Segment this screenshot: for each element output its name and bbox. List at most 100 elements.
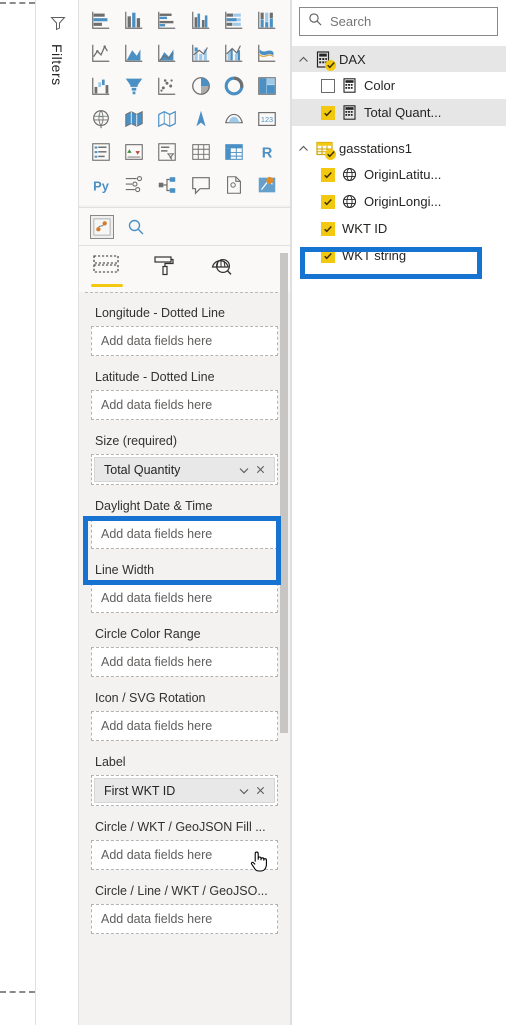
field-well-dropzone[interactable]: Add data fields here — [91, 711, 278, 741]
field-checkbox[interactable] — [321, 248, 335, 263]
power-bi-panes: Filters 123 R Py Longitude - Dotted Line… — [0, 0, 506, 1025]
decomposition-tree-icon[interactable] — [151, 169, 183, 200]
azure-map-icon[interactable] — [218, 103, 250, 134]
field-well: Icon / SVG Rotation Add data fields here — [91, 683, 278, 741]
q-and-a-icon[interactable] — [185, 169, 217, 200]
field-well-dropzone[interactable]: Add data fields here — [91, 840, 278, 870]
report-canvas-edge — [0, 0, 35, 1025]
card-icon[interactable]: 123 — [251, 103, 283, 134]
format-tab[interactable] — [152, 246, 176, 283]
fields-field-row[interactable]: Total Quant... — [292, 99, 506, 126]
field-chip-label: First WKT ID — [104, 783, 176, 798]
field-well-title: Longitude - Dotted Line — [95, 306, 225, 320]
search-input[interactable] — [330, 14, 497, 29]
power-apps-icon[interactable] — [251, 169, 283, 200]
fields-search-box[interactable] — [299, 7, 498, 36]
close-icon[interactable] — [252, 783, 268, 799]
line-chart-icon[interactable] — [85, 37, 117, 68]
field-well: Latitude - Dotted Line Add data fields he… — [91, 362, 278, 420]
table-icon[interactable] — [185, 136, 217, 167]
chevron-down-icon[interactable] — [236, 462, 252, 478]
globe-icon — [342, 194, 357, 209]
field-well-dropzone[interactable]: Add data fields here — [91, 390, 278, 420]
visual-type-gallery: 123 R Py — [79, 0, 290, 229]
chevron-up-icon[interactable] — [297, 142, 310, 155]
kpi-icon[interactable] — [118, 136, 150, 167]
field-well: Line Width Add data fields here — [91, 555, 278, 613]
field-chip[interactable]: First WKT ID — [94, 778, 275, 803]
field-well-dropzone[interactable]: Add data fields here — [91, 326, 278, 356]
100-percent-stacked-column-chart-icon[interactable] — [251, 4, 283, 35]
field-well-dropzone[interactable]: Add data fields here — [91, 583, 278, 613]
visual-selection-border-bottom — [0, 991, 35, 993]
fields-field-row[interactable]: OriginLongi... — [292, 188, 506, 215]
wells-top-divider — [85, 292, 278, 293]
field-well-dropzone[interactable]: Add data fields here — [91, 519, 278, 549]
field-checkbox[interactable] — [321, 167, 335, 182]
table-checked-badge — [325, 59, 336, 71]
scatter-chart-icon[interactable] — [151, 70, 183, 101]
chevron-up-icon[interactable] — [297, 53, 310, 66]
field-well: Size (required) Total Quantity — [91, 426, 278, 485]
treemap-icon[interactable] — [251, 70, 283, 101]
clustered-bar-chart-icon[interactable] — [151, 4, 183, 35]
field-well-dropzone[interactable]: First WKT ID — [91, 775, 278, 806]
field-wells-container: Longitude - Dotted Line Add data fields h… — [79, 292, 290, 1025]
field-well: Longitude - Dotted Line Add data fields h… — [91, 298, 278, 356]
filters-pane[interactable]: Filters — [35, 0, 79, 1025]
analytics-tab[interactable] — [209, 246, 233, 283]
measure-icon — [342, 105, 357, 120]
shape-map-icon[interactable] — [151, 103, 183, 134]
field-checkbox[interactable] — [321, 78, 335, 93]
svg-text:123: 123 — [261, 115, 273, 124]
field-checkbox[interactable] — [321, 221, 335, 236]
funnel-chart-icon[interactable] — [118, 70, 150, 101]
ribbon-chart-icon[interactable] — [251, 37, 283, 68]
area-chart-icon[interactable] — [118, 37, 150, 68]
line-and-clustered-column-chart-icon[interactable] — [218, 37, 250, 68]
fields-field-row[interactable]: WKT ID — [292, 215, 506, 242]
pie-chart-icon[interactable] — [185, 70, 217, 101]
arcgis-map-icon[interactable] — [185, 103, 217, 134]
close-icon[interactable] — [252, 462, 268, 478]
100-percent-stacked-bar-chart-icon[interactable] — [218, 4, 250, 35]
filled-map-icon[interactable] — [118, 103, 150, 134]
field-well: Daylight Date & Time Add data fields here — [91, 491, 278, 549]
build-tab[interactable] — [91, 246, 123, 287]
search-icon[interactable] — [127, 218, 145, 236]
multi-row-card-icon[interactable] — [85, 136, 117, 167]
field-chip[interactable]: Total Quantity — [94, 457, 275, 482]
icon-map-custom-visual[interactable] — [90, 214, 114, 239]
fields-table-row[interactable]: gasstations1 — [292, 135, 506, 161]
line-and-stacked-column-chart-icon[interactable] — [185, 37, 217, 68]
donut-chart-icon[interactable] — [218, 70, 250, 101]
stacked-area-chart-icon[interactable] — [151, 37, 183, 68]
fields-field-row[interactable]: Color — [292, 72, 506, 99]
fields-table-row[interactable]: DAX — [292, 46, 506, 72]
r-script-visual-icon[interactable]: R — [251, 136, 283, 167]
field-well: Circle / Line / WKT / GeoJSO... Add data … — [91, 876, 278, 934]
field-well-dropzone[interactable]: Add data fields here — [91, 904, 278, 934]
field-well-dropzone[interactable]: Total Quantity — [91, 454, 278, 485]
field-checkbox[interactable] — [321, 105, 335, 120]
key-influencers-icon[interactable] — [118, 169, 150, 200]
filters-pane-label-wrap: Filters — [49, 44, 65, 134]
field-wells-scrollbar[interactable] — [280, 253, 288, 733]
fields-tree: DAX Color Total Quant... gasstations1 Origin… — [292, 46, 506, 269]
field-well: Circle / WKT / GeoJSON Fill ... Add data … — [91, 812, 278, 870]
python-visual-icon[interactable]: Py — [85, 169, 117, 200]
tree-group-spacer — [292, 126, 506, 135]
stacked-column-chart-icon[interactable] — [118, 4, 150, 35]
slicer-icon[interactable] — [151, 136, 183, 167]
stacked-bar-chart-icon[interactable] — [85, 4, 117, 35]
matrix-icon[interactable] — [218, 136, 250, 167]
fields-field-row[interactable]: WKT string — [292, 242, 506, 269]
field-checkbox[interactable] — [321, 194, 335, 209]
field-well-dropzone[interactable]: Add data fields here — [91, 647, 278, 677]
chevron-down-icon[interactable] — [236, 783, 252, 799]
map-icon[interactable] — [85, 103, 117, 134]
paginated-report-icon[interactable] — [218, 169, 250, 200]
clustered-column-chart-icon[interactable] — [185, 4, 217, 35]
waterfall-chart-icon[interactable] — [85, 70, 117, 101]
fields-field-row[interactable]: OriginLatitu... — [292, 161, 506, 188]
